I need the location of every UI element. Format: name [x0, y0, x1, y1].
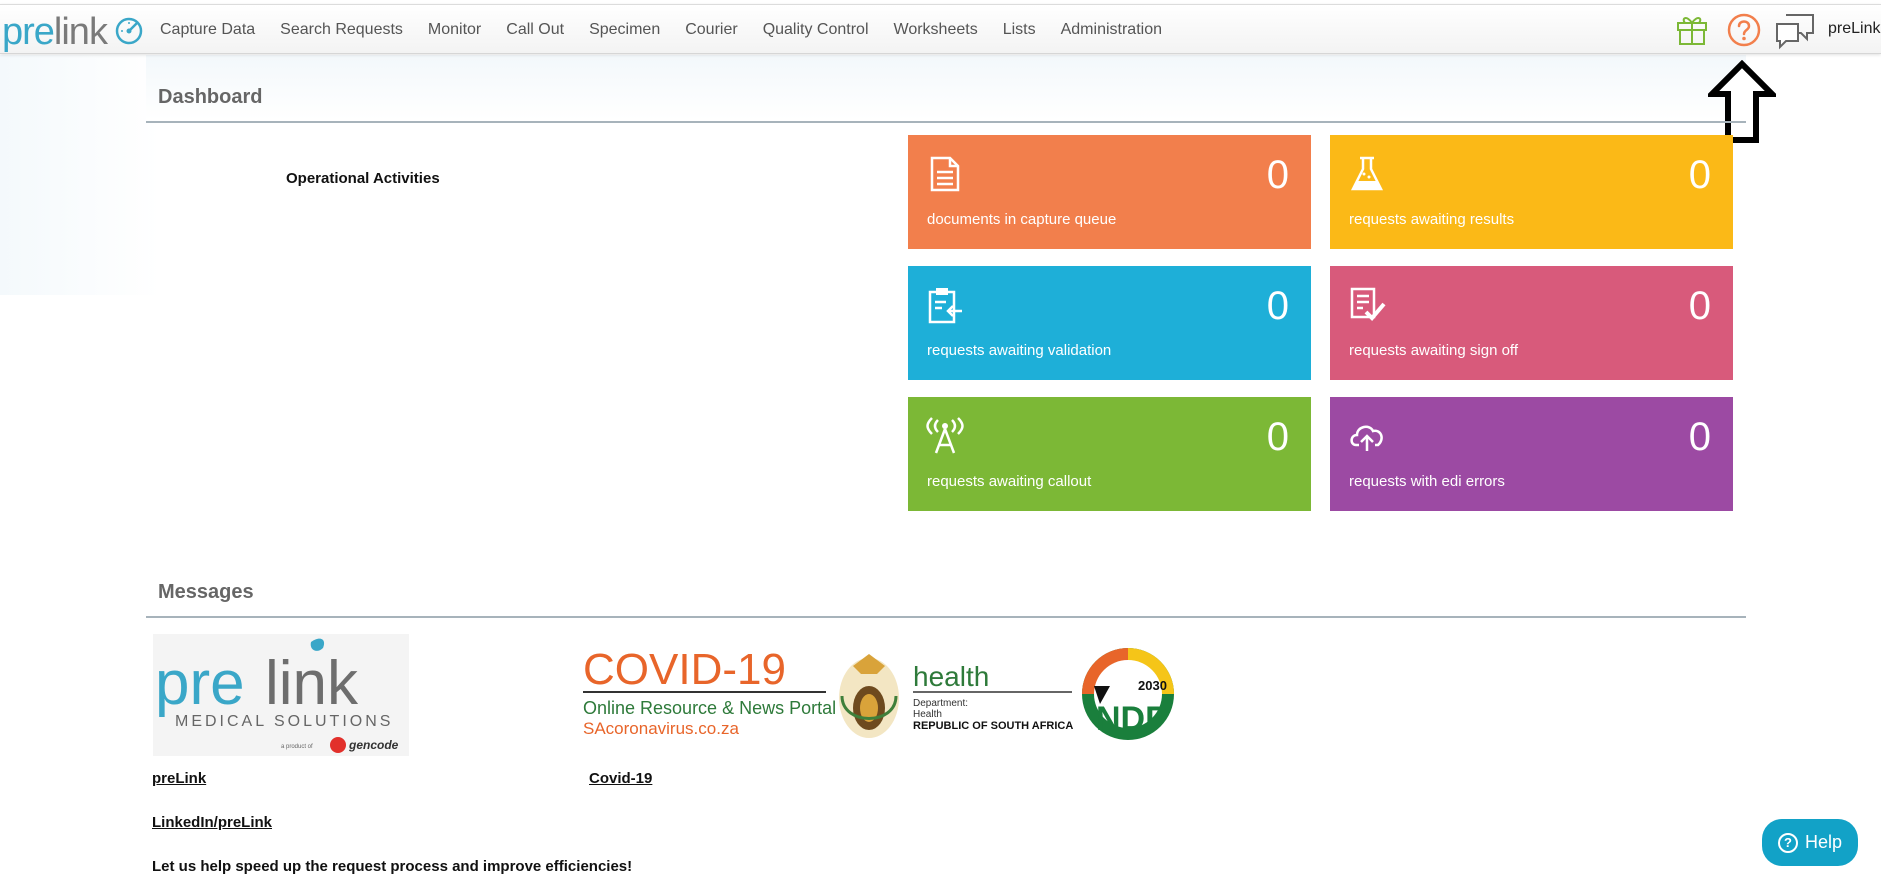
tile-awaiting-results[interactable]: 0 requests awaiting results	[1330, 135, 1733, 249]
covid-banner[interactable]: COVID-19 Online Resource & News Portal S…	[580, 645, 1180, 742]
chat-icon[interactable]	[1774, 12, 1816, 50]
tile-label: documents in capture queue	[927, 211, 1117, 228]
ndp-text: NDP	[1096, 700, 1168, 738]
link-covid-19[interactable]: Covid-19	[589, 770, 652, 787]
help-button[interactable]: ? Help	[1762, 819, 1858, 866]
dept-line-1: Department:	[913, 698, 968, 709]
coat-of-arms-icon	[839, 654, 899, 738]
tile-count: 0	[1688, 284, 1711, 328]
tile-count: 0	[1266, 284, 1289, 328]
background-fade-left	[0, 55, 160, 295]
gift-icon[interactable]	[1675, 12, 1709, 46]
ndp-year: 2030	[1138, 678, 1167, 693]
logo-tagline: MEDICAL SOLUTIONS	[175, 713, 393, 730]
tile-edi-errors[interactable]: 0 requests with edi errors	[1330, 397, 1733, 511]
messages-tagline: Let us help speed up the request process…	[152, 858, 633, 875]
tile-label: requests awaiting callout	[927, 473, 1092, 490]
covid-headline: COVID-19	[583, 646, 786, 694]
menu-monitor[interactable]: Monitor	[428, 21, 481, 39]
help-circle-icon[interactable]	[1726, 12, 1762, 48]
link-linkedin-prelink[interactable]: LinkedIn/preLink	[152, 814, 272, 831]
messages-title: Messages	[158, 581, 254, 603]
logo-text-link: link	[265, 649, 359, 718]
messages-divider	[146, 616, 1746, 618]
menu-lists[interactable]: Lists	[1003, 21, 1036, 39]
tile-count: 0	[1688, 153, 1711, 197]
question-icon: ?	[1777, 832, 1798, 853]
menu-quality-control[interactable]: Quality Control	[763, 21, 869, 39]
link-prelink[interactable]: preLink	[152, 770, 206, 787]
ndp-logo-icon: 2030 NDP	[1082, 648, 1174, 740]
tile-capture-queue[interactable]: 0 documents in capture queue	[908, 135, 1311, 249]
background-fade-top	[146, 55, 1746, 120]
main-menu: Capture Data Search Requests Monitor Cal…	[160, 5, 1187, 55]
prelink-medical-logo[interactable]: pre link MEDICAL SOLUTIONS a product of …	[153, 634, 409, 756]
tile-awaiting-validation[interactable]: 0 requests awaiting validation	[908, 266, 1311, 380]
tile-count: 0	[1688, 415, 1711, 459]
antenna-icon	[926, 417, 964, 454]
menu-capture-data[interactable]: Capture Data	[160, 21, 255, 39]
tile-label: requests awaiting validation	[927, 342, 1112, 359]
flask-icon	[1350, 156, 1384, 191]
menu-search-requests[interactable]: Search Requests	[280, 21, 403, 39]
covid-portal: Online Resource & News Portal	[583, 698, 836, 718]
covid-site: SAcoronavirus.co.za	[583, 719, 739, 738]
tile-count: 0	[1266, 153, 1289, 197]
menu-specimen[interactable]: Specimen	[589, 21, 660, 39]
sign-off-icon	[1350, 287, 1386, 321]
health-label: health	[913, 661, 989, 692]
menu-administration[interactable]: Administration	[1061, 21, 1162, 39]
menu-worksheets[interactable]: Worksheets	[894, 21, 978, 39]
tile-label: requests awaiting sign off	[1349, 342, 1518, 359]
country-label: REPUBLIC OF SOUTH AFRICA	[913, 720, 1073, 732]
logo-company: gencode	[348, 738, 399, 752]
menu-call-out[interactable]: Call Out	[506, 21, 564, 39]
tile-count: 0	[1266, 415, 1289, 459]
top-nav-bar: prelink Capture Data Search Requests Mon…	[0, 4, 1881, 54]
tile-label: requests with edi errors	[1349, 473, 1505, 490]
cloud-upload-icon	[1350, 425, 1383, 451]
dashboard-divider	[146, 121, 1746, 123]
dept-line-2: Health	[913, 709, 942, 720]
tile-label: requests awaiting results	[1349, 211, 1515, 228]
clipboard-validate-icon	[928, 288, 962, 324]
tile-awaiting-callout[interactable]: 0 requests awaiting callout	[908, 397, 1311, 511]
dashboard-title: Dashboard	[158, 86, 263, 108]
operational-activities-heading: Operational Activities	[286, 170, 440, 187]
prelink-logo[interactable]: prelink	[2, 11, 108, 54]
menu-courier[interactable]: Courier	[685, 21, 737, 39]
dashboard-gauge-icon[interactable]	[114, 16, 144, 46]
help-button-label: Help	[1804, 832, 1843, 852]
annotation-arrow-icon	[1708, 60, 1776, 143]
user-name[interactable]: preLink	[1828, 20, 1880, 38]
logo-byline: a product of	[281, 744, 313, 750]
document-icon	[930, 156, 960, 192]
tile-awaiting-sign-off[interactable]: 0 requests awaiting sign off	[1330, 266, 1733, 380]
logo-text-pre: pre	[155, 649, 245, 718]
